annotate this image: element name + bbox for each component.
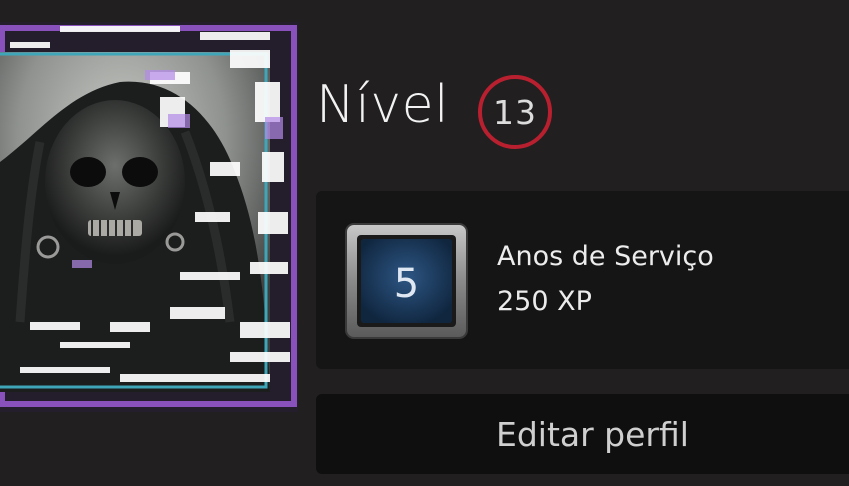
level-badge: 13 <box>478 75 552 149</box>
level-label: Nível <box>316 75 450 135</box>
years-of-service-badge-icon: 5 <box>344 222 469 340</box>
badge-title: Anos de Serviço <box>497 241 714 272</box>
svg-text:5: 5 <box>394 261 419 307</box>
profile-panel: Nível 13 5 Anos de Serviço 250 XP Editar… <box>0 0 849 486</box>
edit-profile-button[interactable]: Editar perfil <box>316 394 849 474</box>
avatar-image <box>0 22 298 412</box>
avatar[interactable] <box>0 22 298 412</box>
badge-xp: 250 XP <box>497 286 592 317</box>
